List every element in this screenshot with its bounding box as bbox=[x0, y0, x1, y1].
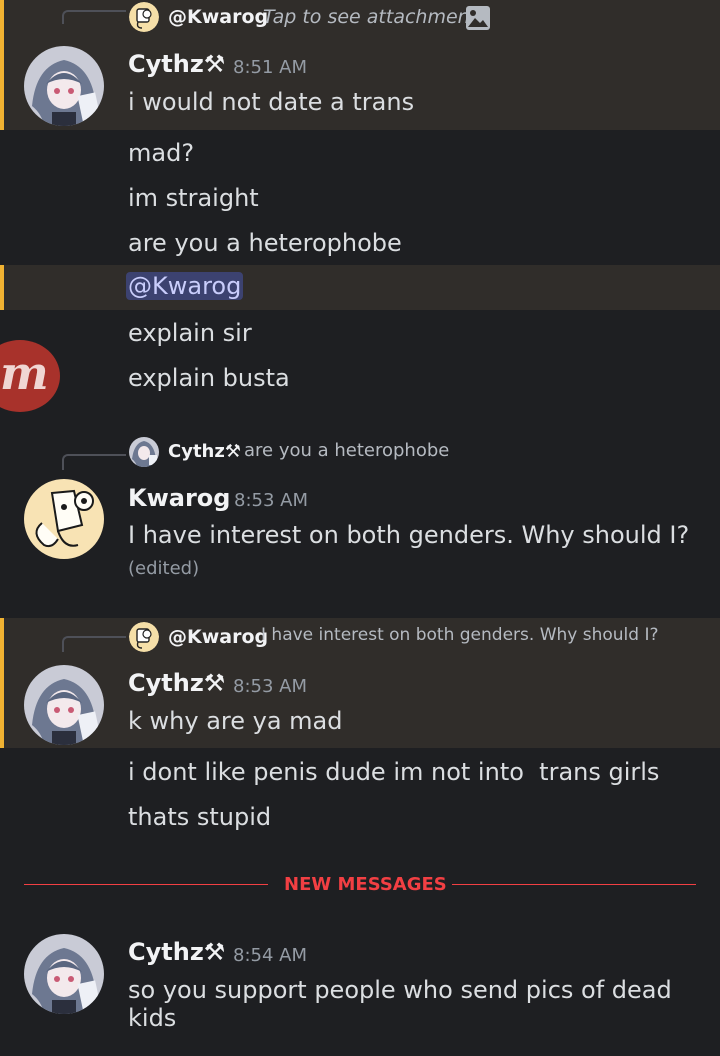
message-author[interactable]: Kwarog bbox=[128, 484, 230, 512]
reply-avatar-kwarog[interactable] bbox=[129, 2, 159, 32]
avatar[interactable] bbox=[24, 665, 104, 745]
reply-author[interactable]: @Kwarog bbox=[168, 6, 268, 28]
message-text: @Kwarog bbox=[126, 272, 244, 300]
message-text: mad? bbox=[128, 139, 195, 167]
message-text: thats stupid bbox=[128, 803, 272, 831]
message-author[interactable]: Cythz⚒ bbox=[128, 669, 225, 697]
reply-preview[interactable]: I have interest on both genders. Why sho… bbox=[261, 625, 659, 645]
message-text: I have interest on both genders. Why sho… bbox=[128, 521, 690, 549]
logo-letter: m bbox=[0, 346, 49, 400]
new-messages-label: NEW MESSAGES bbox=[284, 874, 447, 895]
user-mention[interactable]: @Kwarog bbox=[126, 272, 244, 300]
message-timestamp: 8:54 AM bbox=[233, 945, 307, 966]
image-icon bbox=[465, 5, 491, 35]
avatar[interactable] bbox=[24, 46, 104, 126]
message-text: i dont like penis dude im not into trans… bbox=[128, 758, 660, 786]
reply-author[interactable]: @Kwarog bbox=[168, 626, 268, 648]
mention-bar bbox=[0, 618, 4, 748]
message-text: are you a heterophobe bbox=[128, 229, 402, 257]
message-author[interactable]: Cythz⚒ bbox=[128, 938, 225, 966]
message-timestamp: 8:53 AM bbox=[233, 676, 307, 697]
mention-bar bbox=[0, 0, 4, 130]
new-messages-line bbox=[452, 884, 696, 885]
message-text: k why are ya mad bbox=[128, 707, 343, 735]
reply-connector bbox=[62, 454, 126, 470]
edited-tag: (edited) bbox=[128, 558, 200, 579]
message-text: explain sir bbox=[128, 319, 252, 347]
reply-preview[interactable]: Tap to see attachment bbox=[263, 6, 477, 28]
avatar[interactable] bbox=[24, 479, 104, 559]
reply-preview[interactable]: are you a heterophobe bbox=[244, 440, 449, 461]
reply-connector bbox=[62, 10, 126, 24]
floating-app-logo[interactable]: m bbox=[0, 340, 60, 412]
avatar[interactable] bbox=[24, 934, 104, 1014]
message-timestamp: 8:53 AM bbox=[234, 490, 308, 511]
message-timestamp: 8:51 AM bbox=[233, 57, 307, 78]
reply-author[interactable]: Cythz⚒ bbox=[168, 441, 241, 462]
message-author[interactable]: Cythz⚒ bbox=[128, 50, 225, 78]
mention-bar bbox=[0, 265, 4, 310]
reply-connector bbox=[62, 636, 126, 652]
reply-avatar-cythz[interactable] bbox=[129, 437, 159, 467]
new-messages-line bbox=[24, 884, 268, 885]
message-text: explain busta bbox=[128, 364, 290, 392]
mention-highlight bbox=[0, 265, 720, 310]
message-text: i would not date a trans bbox=[128, 88, 415, 116]
reply-avatar-kwarog[interactable] bbox=[129, 622, 159, 652]
message-text: so you support people who send pics of d… bbox=[128, 976, 672, 1032]
message-text: im straight bbox=[128, 184, 259, 212]
